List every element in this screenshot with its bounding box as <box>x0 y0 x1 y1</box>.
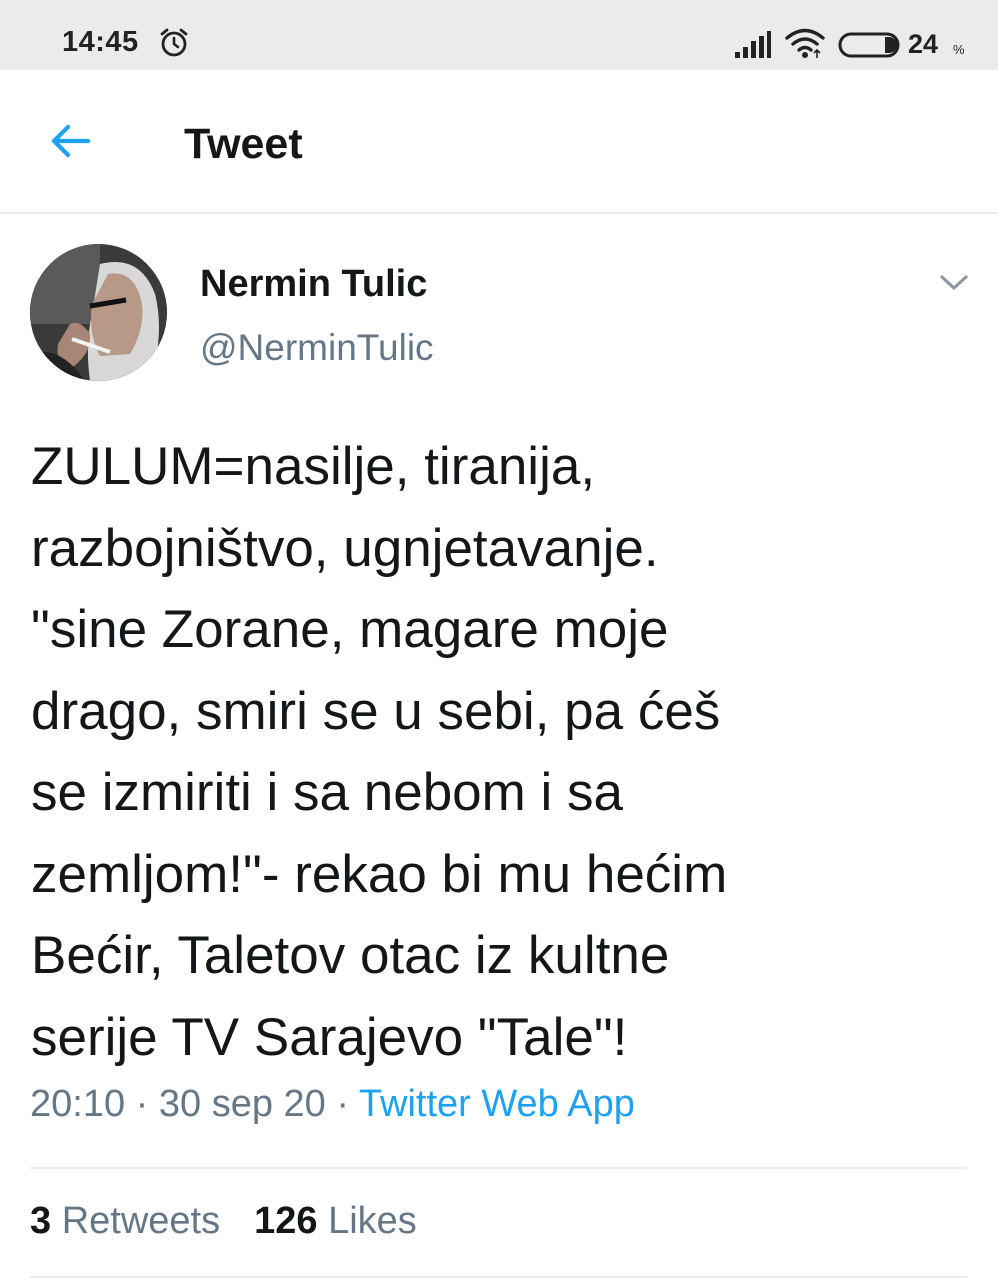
avatar[interactable] <box>30 244 167 381</box>
retweets-label: Retweets <box>61 1200 221 1242</box>
tweet-text-line: "sine Zorane, magare moje <box>31 600 669 659</box>
avatar-image <box>30 244 167 381</box>
retweets-count: 3 <box>30 1200 52 1242</box>
tweet-source-link[interactable]: Twitter Web App <box>359 1083 635 1125</box>
tweet-text-line: se izmiriti i sa nebom i sa <box>31 763 624 822</box>
wifi-icon <box>785 28 825 58</box>
likes-stat[interactable]: 126 Likes <box>254 1200 417 1242</box>
tweet-stats: 3 Retweets 126 Likes <box>30 1200 417 1243</box>
signal-icon <box>735 31 771 58</box>
status-bar: 14:45 24 % <box>0 0 998 70</box>
retweets-stat[interactable]: 3 Retweets <box>30 1200 220 1242</box>
status-time: 14:45 <box>62 26 139 58</box>
tweet-text-line: serije TV Sarajevo "Tale"! <box>31 1007 628 1067</box>
divider <box>30 1276 967 1278</box>
battery-level: 24 <box>908 29 939 59</box>
meta-separator: · <box>135 1083 149 1125</box>
battery-icon <box>838 32 900 58</box>
tweet-text-line: drago, smiri se u sebi, pa ćeš <box>31 681 721 741</box>
author-name[interactable]: Nermin Tulic <box>200 263 427 306</box>
tweet-text-line: ZULUM=nasilje, tiranija, <box>31 437 596 496</box>
divider <box>30 1167 967 1169</box>
tweet-time: 20:10 <box>30 1083 126 1125</box>
tweet-meta: 20:10 · 30 sep 20 · Twitter Web App <box>30 1083 635 1126</box>
meta-separator: · <box>336 1083 350 1125</box>
tweet-text: ZULUM=nasilje, tiranija, razbojništvo, u… <box>31 426 941 1078</box>
arrow-left-icon[interactable] <box>48 118 94 164</box>
chevron-down-icon[interactable] <box>936 268 972 296</box>
likes-label: Likes <box>328 1200 417 1242</box>
alarm-icon <box>160 28 188 57</box>
tweet-text-line: razbojništvo, ugnjetavanje. <box>31 518 659 578</box>
likes-count: 126 <box>254 1200 318 1242</box>
battery-unit: % <box>953 42 965 57</box>
tweet-date: 30 sep 20 <box>158 1083 326 1125</box>
author-handle[interactable]: @NerminTulic <box>200 327 434 369</box>
tweet-text-line: zemljom!"- rekao bi mu hećim <box>31 844 728 904</box>
top-app-bar: Tweet <box>0 70 998 214</box>
page-title: Tweet <box>184 120 303 168</box>
tweet-text-line: Bećir, Taletov otac iz kultne <box>31 926 670 985</box>
